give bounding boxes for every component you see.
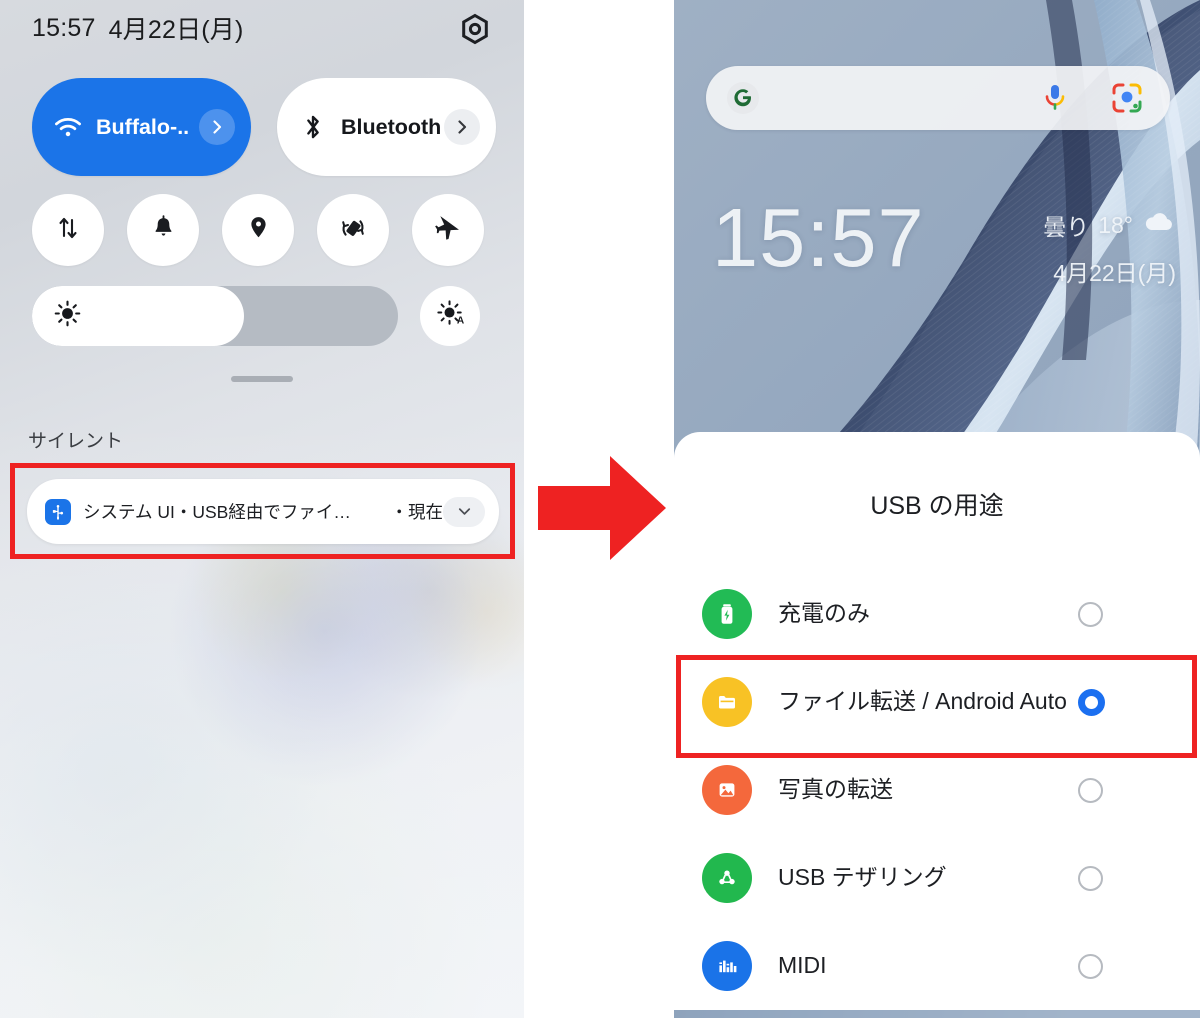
radio-button[interactable] (1078, 865, 1103, 891)
shade-drag-handle[interactable] (231, 376, 293, 382)
clock-widget: 15:57 (712, 191, 925, 284)
google-search-bar[interactable] (706, 66, 1170, 130)
battery-charging-icon (702, 589, 752, 639)
usb-option-label: ファイル転送 / Android Auto (778, 688, 1067, 715)
weather-date: 4月22日(月) (1053, 260, 1176, 286)
bluetooth-tile[interactable]: Bluetooth (277, 78, 496, 176)
usb-option-file-transfer[interactable]: ファイル転送 / Android Auto (674, 658, 1200, 746)
usb-option-label: MIDI (778, 952, 827, 979)
usb-notification-time: ・現在 (390, 502, 444, 522)
chevron-down-icon[interactable] (443, 496, 485, 527)
radio-button[interactable] (1078, 601, 1103, 627)
usb-notification[interactable]: システム UI・USB経由でファイ… ・現在 (27, 479, 499, 544)
usb-option-midi[interactable]: MIDI (674, 922, 1200, 1010)
tethering-share-icon (702, 853, 752, 903)
weather-widget: 曇り 18° 4月22日(月) (1043, 208, 1176, 288)
silent-section-label: サイレント (28, 431, 124, 452)
radio-button[interactable] (1078, 953, 1103, 979)
wifi-tile[interactable]: Buffalo-.. (32, 78, 251, 176)
arrow-right-icon (538, 448, 668, 573)
cloud-icon (1142, 211, 1176, 239)
status-date: 4月22日(月) (108, 16, 244, 44)
quick-settings-panel: 15:57 4月22日(月) Buffalo-.. Bluetooth A サイ… (0, 0, 524, 1018)
ring-mode-tile[interactable] (127, 194, 199, 266)
screenshot-root: 15:57 4月22日(月) Buffalo-.. Bluetooth A サイ… (0, 0, 1200, 1018)
usb-option-list: 充電のみ ファイル転送 / Android Auto 写真の転送 USB テザリ… (674, 570, 1200, 1010)
wifi-tile-label: Buffalo-.. (96, 114, 190, 139)
brightness-row: A (32, 286, 480, 346)
bluetooth-tile-label: Bluetooth (341, 114, 442, 139)
auto-brightness-toggle[interactable]: A (420, 286, 480, 346)
data-transfer-tile[interactable] (32, 194, 104, 266)
brightness-icon (54, 300, 81, 332)
quick-settings-small-tiles (32, 194, 484, 266)
photo-image-icon (702, 765, 752, 815)
usb-option-charge-only[interactable]: 充電のみ (674, 570, 1200, 658)
svg-text:A: A (456, 316, 463, 327)
google-lens-icon[interactable] (1110, 81, 1144, 115)
screen-rotate-icon (340, 215, 366, 246)
usb-notification-text: システム UI・USB経由でファイ… (83, 502, 351, 522)
usb-option-label: 写真の転送 (778, 776, 893, 803)
usb-dialog-title: USB の用途 (870, 492, 1004, 520)
usb-option-label: 充電のみ (778, 600, 870, 627)
radio-button-selected[interactable] (1078, 688, 1105, 716)
google-g-icon (726, 81, 760, 115)
status-time: 15:57 (32, 13, 96, 42)
usb-option-label: USB テザリング (778, 864, 947, 891)
folder-icon (702, 677, 752, 727)
chevron-right-icon[interactable] (444, 109, 480, 145)
quick-settings-large-tiles: Buffalo-.. Bluetooth (32, 78, 496, 176)
status-bar: 15:57 4月22日(月) (32, 10, 244, 46)
usb-option-usb-tethering[interactable]: USB テザリング (674, 834, 1200, 922)
transition-arrow-area (524, 0, 674, 1018)
bluetooth-icon (293, 113, 333, 141)
usb-option-photo-transfer[interactable]: 写真の転送 (674, 746, 1200, 834)
radio-button[interactable] (1078, 777, 1103, 803)
auto-rotate-tile[interactable] (317, 194, 389, 266)
microphone-icon[interactable] (1040, 81, 1070, 115)
brightness-slider[interactable] (32, 286, 398, 346)
wifi-icon (48, 115, 88, 139)
chevron-right-icon[interactable] (199, 109, 235, 145)
airplane-icon (435, 215, 461, 246)
weather-condition: 曇り (1043, 214, 1090, 240)
airplane-mode-tile[interactable] (412, 194, 484, 266)
home-screen-panel: 15:57 曇り 18° 4月22日(月) USB の用途 充電のみ ファイル転… (674, 0, 1200, 1018)
data-transfer-icon (55, 215, 81, 246)
auto-brightness-icon: A (436, 300, 464, 332)
location-pin-icon (246, 215, 271, 245)
weather-temperature: 18° (1098, 211, 1133, 238)
bell-icon (151, 215, 176, 245)
usb-preferences-dialog: USB の用途 充電のみ ファイル転送 / Android Auto 写真の転送… (674, 432, 1200, 1010)
location-tile[interactable] (222, 194, 294, 266)
usb-icon (45, 498, 71, 525)
midi-equalizer-icon (702, 941, 752, 991)
settings-gear-icon[interactable] (458, 12, 492, 46)
